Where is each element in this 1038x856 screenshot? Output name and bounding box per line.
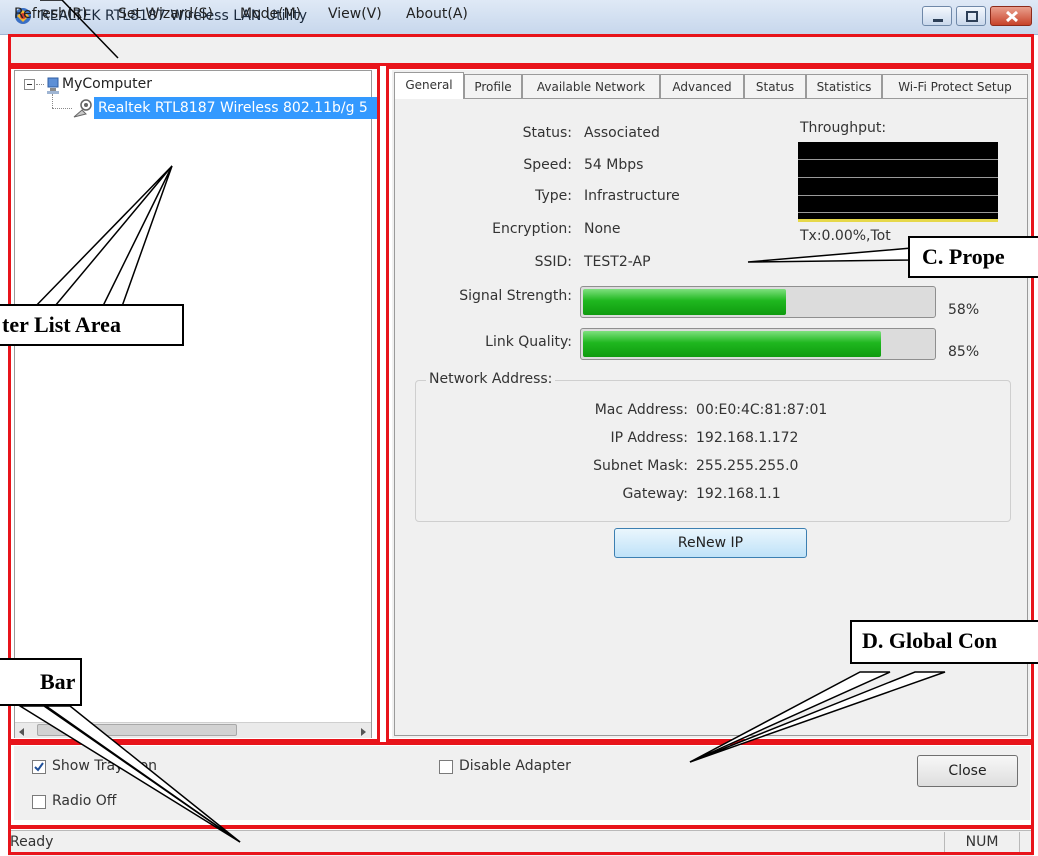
callout-global-control: D. Global Con <box>850 620 1038 664</box>
callout-status-bar: Bar <box>0 658 82 706</box>
callout-adapter-list: ter List Area <box>0 304 184 346</box>
callout-properties: C. Prope <box>908 236 1038 278</box>
annotation-pointer-lines <box>17 0 946 843</box>
